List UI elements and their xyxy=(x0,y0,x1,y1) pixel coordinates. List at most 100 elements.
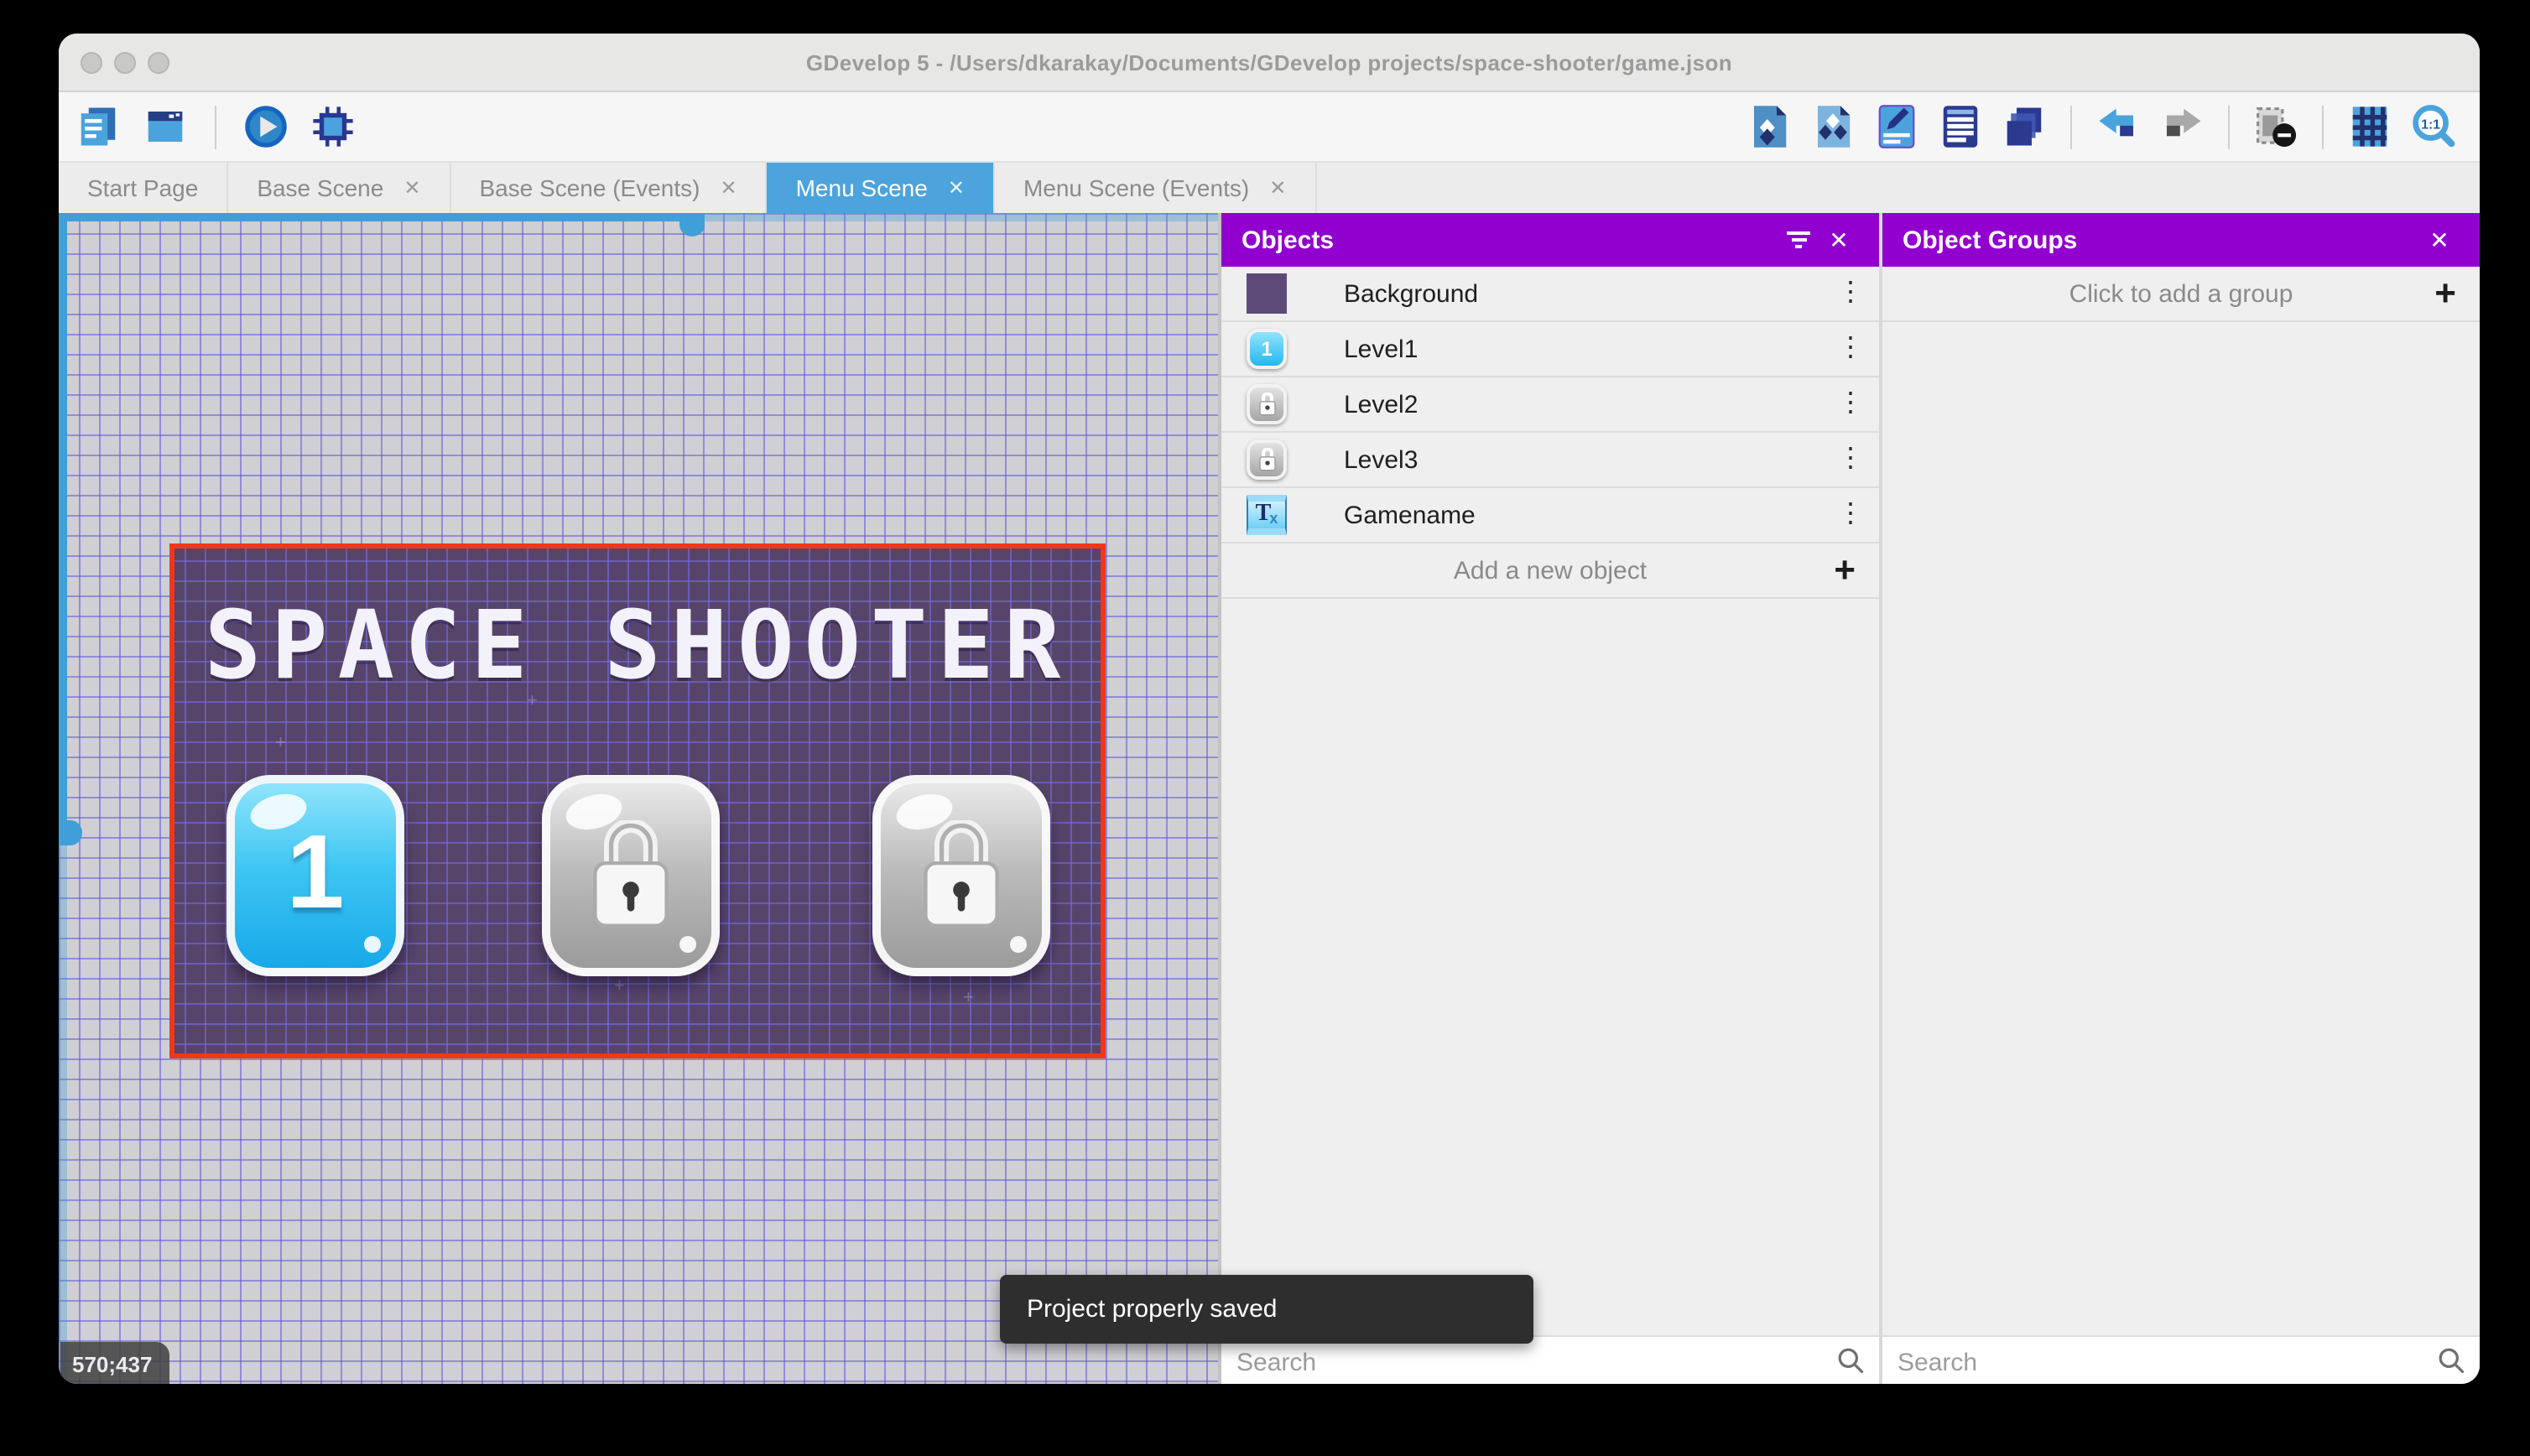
text-object-icon: Tx xyxy=(1247,495,1287,535)
svg-text:1:1: 1:1 xyxy=(2421,117,2440,132)
scene-bounds-selected[interactable]: + + + + + + + + SPACE SHOOTER 1 xyxy=(169,543,1106,1058)
object-name: Background xyxy=(1344,279,1479,308)
level2-locked-button-instance[interactable] xyxy=(542,775,720,976)
objects-panel-header: Objects ✕ xyxy=(1221,213,1879,267)
object-menu-kebab-icon[interactable]: ⋮ xyxy=(1835,279,1866,306)
object-groups-panel: Object Groups ✕ Click to add a group + xyxy=(1882,213,2480,1384)
debug-icon[interactable] xyxy=(310,104,356,149)
tab-base-scene-events[interactable]: Base Scene (Events) ✕ xyxy=(450,163,768,213)
toolbar-separator xyxy=(2322,105,2324,148)
traffic-lights xyxy=(81,34,169,91)
groups-search-bar xyxy=(1882,1335,2480,1384)
zoom-window-button[interactable] xyxy=(148,51,169,73)
window-title: GDevelop 5 - /Users/dkarakay/Documents/G… xyxy=(805,49,1733,75)
locked-object-icon xyxy=(1247,384,1287,424)
tab-base-scene[interactable]: Base Scene ✕ xyxy=(228,163,451,213)
toolbar-separator xyxy=(2070,105,2072,148)
lock-icon xyxy=(593,820,669,928)
toolbar-right: 1:1 xyxy=(1747,104,2480,149)
close-panel-icon[interactable]: ✕ xyxy=(1819,220,1859,260)
star-decoration: + xyxy=(614,976,625,996)
object-menu-kebab-icon[interactable]: ⋮ xyxy=(1835,390,1866,417)
object-menu-kebab-icon[interactable]: ⋮ xyxy=(1835,335,1866,361)
tab-label: Base Scene (Events) xyxy=(479,174,700,201)
toggle-mask-icon[interactable] xyxy=(2253,104,2298,149)
gamename-text-instance[interactable]: SPACE SHOOTER xyxy=(205,592,1071,701)
tab-label: Menu Scene xyxy=(795,174,928,201)
add-group-plus-icon[interactable]: + xyxy=(2434,272,2456,315)
main-area: + + + + + + + + SPACE SHOOTER 1 xyxy=(59,213,2480,1384)
object-menu-kebab-icon[interactable]: ⋮ xyxy=(1835,445,1866,472)
undo-icon[interactable] xyxy=(2095,104,2141,149)
vertical-scrollbar-thumb[interactable] xyxy=(59,820,82,845)
filter-icon[interactable] xyxy=(1778,220,1819,260)
objects-panel-title: Objects xyxy=(1242,226,1335,254)
zoom-1-1-icon[interactable]: 1:1 xyxy=(2411,104,2456,149)
project-manager-icon[interactable] xyxy=(75,104,121,149)
gdevelop-window: GDevelop 5 - /Users/dkarakay/Documents/G… xyxy=(59,34,2480,1384)
star-decoration: + xyxy=(275,733,286,753)
tab-label: Base Scene xyxy=(257,174,384,201)
objects-panel-empty-space xyxy=(1221,599,1879,1335)
star-decoration: + xyxy=(963,988,974,1008)
toolbar: 1:1 xyxy=(59,92,2480,163)
close-tab-icon[interactable]: ✕ xyxy=(720,176,737,200)
scene-canvas[interactable]: + + + + + + + + SPACE SHOOTER 1 xyxy=(59,213,1218,1384)
grid-icon[interactable] xyxy=(2347,104,2392,149)
tab-label: Start Page xyxy=(87,174,199,201)
object-name: Level2 xyxy=(1344,390,1419,419)
toolbar-separator xyxy=(215,105,216,148)
object-row-background[interactable]: Background ⋮ xyxy=(1221,267,1879,322)
object-groups-panel-header: Object Groups ✕ xyxy=(1882,213,2480,267)
object-name: Level1 xyxy=(1344,335,1419,363)
object-groups-panel-title: Object Groups xyxy=(1903,226,2078,254)
object-menu-kebab-icon[interactable]: ⋮ xyxy=(1835,501,1866,528)
vertical-scrollbar[interactable] xyxy=(59,213,82,1384)
properties-icon[interactable] xyxy=(1874,104,1919,149)
level3-locked-button-instance[interactable] xyxy=(872,775,1050,976)
objects-search-input[interactable] xyxy=(1221,1346,1767,1378)
level1-button-instance[interactable]: 1 xyxy=(226,775,404,976)
horizontal-scrollbar[interactable] xyxy=(59,213,1218,237)
search-icon xyxy=(1838,1348,1864,1374)
editor-tabs: Start Page Base Scene ✕ Base Scene (Even… xyxy=(59,163,2480,213)
level1-object-icon: 1 xyxy=(1247,329,1287,369)
add-object-label: Add a new object xyxy=(1453,556,1648,585)
close-tab-icon[interactable]: ✕ xyxy=(948,176,965,200)
horizontal-scrollbar-thumb[interactable] xyxy=(679,213,705,237)
add-object-row[interactable]: Add a new object + xyxy=(1221,543,1879,599)
add-object-plus-icon[interactable]: + xyxy=(1834,549,1856,592)
locked-object-icon xyxy=(1247,439,1287,480)
toolbar-left xyxy=(59,104,356,149)
search-icon xyxy=(2439,1348,2465,1374)
tab-label: Menu Scene (Events) xyxy=(1023,174,1250,201)
close-tab-icon[interactable]: ✕ xyxy=(403,176,420,200)
objects-panel-icon[interactable] xyxy=(1747,104,1792,149)
play-icon[interactable] xyxy=(243,104,289,149)
object-row-level2[interactable]: Level2 ⋮ xyxy=(1221,377,1879,433)
redo-icon[interactable] xyxy=(2159,104,2205,149)
horizontal-scrollbar-fill xyxy=(59,213,693,221)
object-row-level1[interactable]: 1 Level1 ⋮ xyxy=(1221,322,1879,377)
object-groups-panel-icon[interactable] xyxy=(1810,104,1856,149)
object-groups-empty-space xyxy=(1882,322,2480,1335)
save-toast: Project properly saved xyxy=(1000,1275,1533,1344)
close-panel-icon[interactable]: ✕ xyxy=(2419,220,2460,260)
object-name: Gamename xyxy=(1344,501,1476,529)
layers-icon[interactable] xyxy=(2002,104,2047,149)
preview-window-icon[interactable] xyxy=(143,104,188,149)
close-window-button[interactable] xyxy=(81,51,102,73)
minimize-window-button[interactable] xyxy=(114,51,136,73)
tab-menu-scene[interactable]: Menu Scene ✕ xyxy=(767,163,995,213)
toolbar-separator xyxy=(2228,105,2230,148)
instances-list-icon[interactable] xyxy=(1938,104,1983,149)
close-tab-icon[interactable]: ✕ xyxy=(1269,176,1286,200)
lock-icon xyxy=(924,820,999,928)
object-row-level3[interactable]: Level3 ⋮ xyxy=(1221,433,1879,488)
tab-menu-scene-events[interactable]: Menu Scene (Events) ✕ xyxy=(995,163,1317,213)
tab-start-page[interactable]: Start Page xyxy=(59,163,229,213)
add-group-row[interactable]: Click to add a group + xyxy=(1882,267,2480,322)
object-row-gamename[interactable]: Tx Gamename ⋮ xyxy=(1221,488,1879,543)
add-group-label: Click to add a group xyxy=(2069,279,2293,308)
groups-search-input[interactable] xyxy=(1882,1346,2379,1378)
